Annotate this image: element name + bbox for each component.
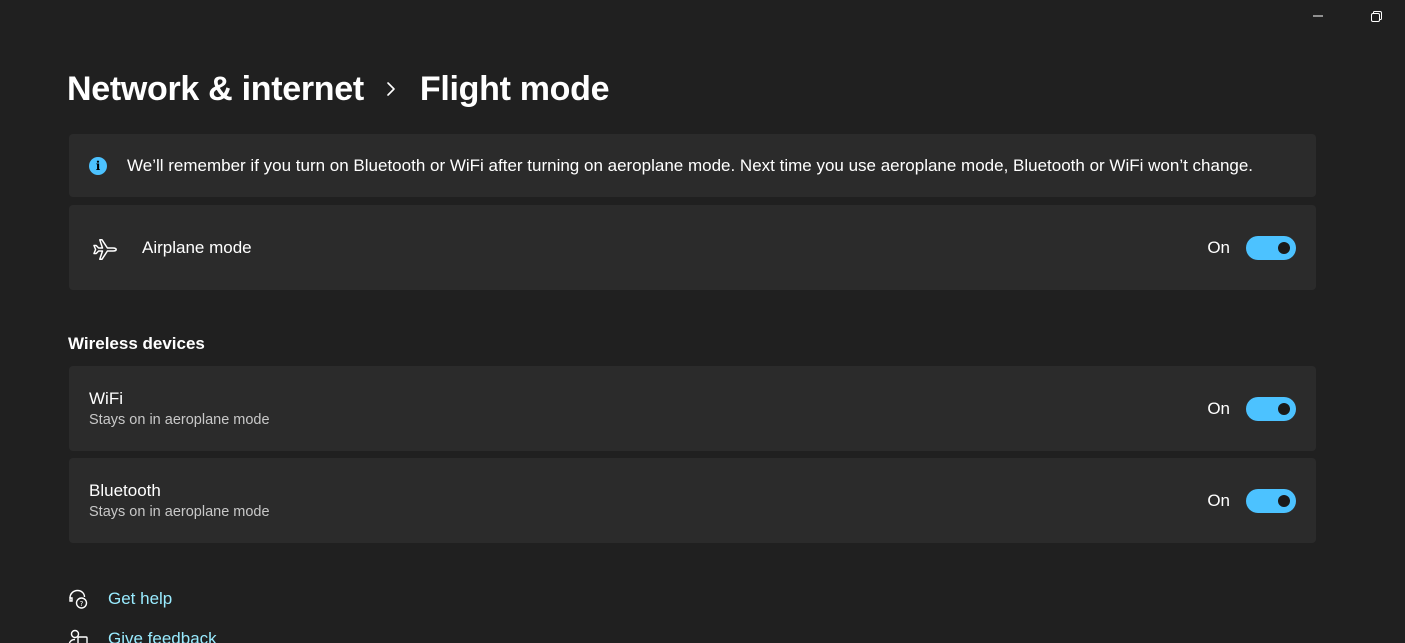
get-help-link[interactable]: ? Get help	[67, 588, 172, 610]
bluetooth-state: On	[1207, 490, 1230, 510]
wifi-subtitle: Stays on in aeroplane mode	[89, 412, 270, 428]
airplane-mode-title: Airplane mode	[142, 237, 252, 257]
info-bar: i We’ll remember if you turn on Bluetoot…	[69, 134, 1316, 197]
bluetooth-toggle[interactable]	[1246, 488, 1296, 513]
info-text: We’ll remember if you turn on Bluetooth …	[127, 155, 1254, 175]
toggle-knob	[1278, 402, 1290, 415]
feedback-icon	[67, 628, 89, 643]
wifi-state: On	[1207, 398, 1230, 418]
give-feedback-label: Give feedback	[108, 629, 217, 643]
get-help-label: Get help	[108, 589, 173, 608]
breadcrumb-parent[interactable]: Network & internet	[67, 70, 364, 109]
minimize-icon	[1313, 15, 1323, 17]
wifi-title: WiFi	[89, 389, 123, 408]
bluetooth-title: Bluetooth	[89, 481, 161, 500]
wireless-devices-header: Wireless devices	[68, 334, 205, 353]
airplane-mode-toggle[interactable]	[1246, 235, 1296, 260]
chevron-right-icon	[386, 81, 396, 97]
svg-text:?: ?	[80, 600, 84, 608]
info-icon: i	[89, 156, 107, 175]
airplane-icon	[89, 232, 121, 264]
restore-icon	[1370, 10, 1382, 22]
bluetooth-subtitle: Stays on in aeroplane mode	[89, 504, 270, 520]
page-title: Flight mode	[419, 69, 610, 108]
minimize-button[interactable]	[1289, 0, 1347, 32]
give-feedback-link[interactable]: Give feedback	[67, 628, 217, 643]
restore-button[interactable]	[1347, 0, 1405, 32]
wifi-toggle[interactable]	[1246, 396, 1296, 421]
settings-window: Network & internet Flight mode i We’ll r…	[0, 0, 1405, 643]
bluetooth-row: Bluetooth Stays on in aeroplane mode On	[69, 458, 1316, 543]
wifi-row: WiFi Stays on in aeroplane mode On	[69, 366, 1316, 451]
window-controls	[1289, 0, 1405, 32]
airplane-mode-state: On	[1207, 237, 1230, 257]
airplane-mode-row: Airplane mode On	[69, 205, 1316, 290]
toggle-knob	[1278, 241, 1290, 254]
toggle-knob	[1278, 494, 1290, 507]
breadcrumb: Network & internet Flight mode	[67, 66, 610, 112]
help-icon: ?	[67, 588, 89, 610]
